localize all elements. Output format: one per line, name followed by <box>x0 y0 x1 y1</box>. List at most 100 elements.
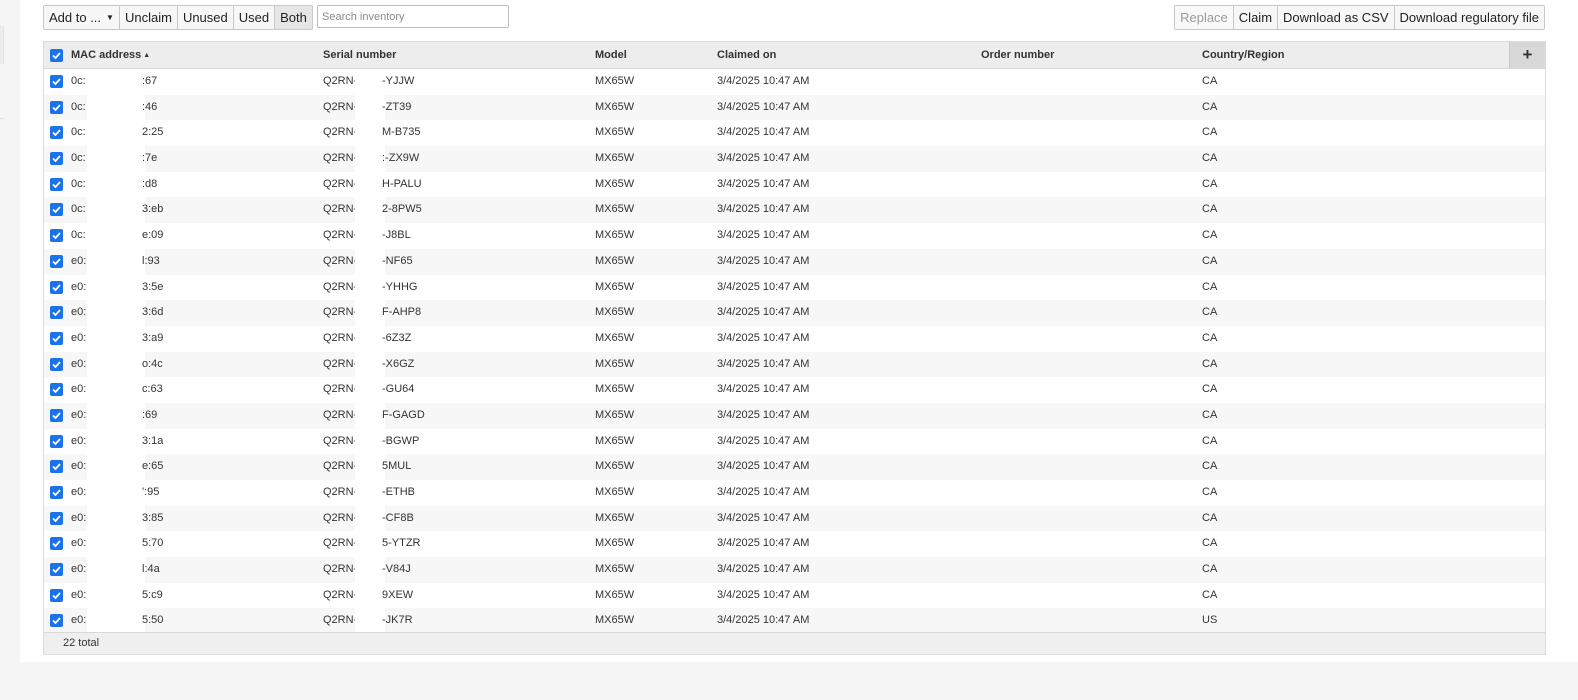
column-header-serial-number[interactable]: Serial number <box>323 42 396 69</box>
row-select-checkbox[interactable] <box>50 306 63 320</box>
serial-number-suffix-cell: -JK7R <box>382 614 413 627</box>
caret-down-icon: ▼ <box>106 13 114 22</box>
row-select-checkbox[interactable] <box>50 229 63 243</box>
filter-unclaim-button[interactable]: Unclaim <box>118 5 178 30</box>
table-row[interactable]: e0: 5:50 Q2RN- -JK7R MX65W 3/4/2025 10:47 AM U… <box>44 608 1545 635</box>
table-footer: 22 total <box>44 632 1545 654</box>
claim-button[interactable]: Claim <box>1232 5 1279 30</box>
row-select-checkbox[interactable] <box>50 383 63 397</box>
row-select-checkbox[interactable] <box>50 537 63 551</box>
table-row[interactable]: e0: ':95 Q2RN- -ETHB MX65W 3/4/2025 10:47 AM C… <box>44 480 1545 506</box>
redaction-mask <box>355 377 385 403</box>
redaction-mask <box>355 171 385 198</box>
row-select-checkbox[interactable] <box>50 152 63 166</box>
mac-address-suffix-cell: 3:eb <box>142 203 164 216</box>
row-select-checkbox[interactable] <box>50 126 63 140</box>
redaction-mask <box>87 505 145 532</box>
row-select-checkbox[interactable] <box>50 511 63 525</box>
serial-number-suffix-cell: F-AHP8 <box>382 306 422 319</box>
country-region-cell: CA <box>1202 306 1218 319</box>
search-inventory-input[interactable] <box>317 5 509 28</box>
redaction-mask <box>355 608 385 635</box>
table-row[interactable]: e0: l:4a Q2RN- -V84J MX65W 3/4/2025 10:47 AM C… <box>44 557 1545 583</box>
select-all-checkbox[interactable] <box>50 49 63 62</box>
row-select-checkbox[interactable] <box>50 434 63 448</box>
row-select-checkbox[interactable] <box>50 203 63 217</box>
mac-address-prefix-cell: 0c: <box>71 177 86 190</box>
mac-address-suffix-cell: c:63 <box>142 383 163 396</box>
table-row[interactable]: 0c::7e Q2RN-:-ZX9W MX65W 3/4/2025 10:47 AM C… <box>44 146 1545 172</box>
row-select-checkbox[interactable] <box>50 331 63 345</box>
row-select-checkbox[interactable] <box>50 588 63 602</box>
table-row[interactable]: 0c: e:09 Q2RN- -J8BL MX65W 3/4/2025 10:47 AM C… <box>44 223 1545 249</box>
table-row[interactable]: e0: 3:a9 Q2RN- -6Z3Z MX65W 3/4/2025 10:47 AM C… <box>44 325 1545 352</box>
column-header-mac-address[interactable]: MAC address ▲ <box>71 42 150 69</box>
serial-number-prefix-cell: Q2RN- <box>323 511 358 524</box>
table-row[interactable]: e0: l:93 Q2RN- -NF65 MX65W 3/4/2025 10:47 AM C… <box>44 248 1545 275</box>
replace-button[interactable]: Replace <box>1174 5 1234 30</box>
serial-number-suffix-cell: 5-YTZR <box>382 537 421 550</box>
serial-number-suffix-cell: -J8BL <box>382 229 411 242</box>
serial-number-prefix-cell: Q2RN- <box>323 75 358 87</box>
mac-address-prefix-cell: e0: <box>71 486 87 498</box>
table-row[interactable]: e0: o:4c Q2RN- -X6GZ MX65W 3/4/2025 10:47 AM C… <box>44 351 1545 378</box>
table-row[interactable]: e0: 3:85 Q2RN- -CF8B MX65W 3/4/2025 10:47 AM C… <box>44 505 1545 532</box>
column-header-claimed-on[interactable]: Claimed on <box>717 42 776 69</box>
table-row[interactable]: e0: e:65 Q2RN- 5MUL MX65W 3/4/2025 10:47 AM CA <box>44 454 1545 480</box>
column-header-country-region[interactable]: Country/Region <box>1202 42 1285 69</box>
table-row[interactable]: 0c::d8 Q2RN- H-PALU MX65W 3/4/2025 10:47 AM C… <box>44 171 1545 198</box>
mac-address-prefix-cell: e0: <box>71 537 87 550</box>
mac-address-suffix-cell: :d8 <box>142 177 158 190</box>
row-select-checkbox[interactable] <box>50 357 63 371</box>
table-row[interactable]: 0c: 3:eb Q2RN- 2-8PW5 MX65W 3/4/2025 10:47 AM… <box>44 197 1545 224</box>
download-regulatory-file-button[interactable]: Download regulatory file <box>1393 5 1545 30</box>
mac-address-suffix-cell: l:4a <box>142 563 160 576</box>
table-row[interactable]: e0: 5:c9 Q2RN- 9XEW MX65W 3/4/2025 10:47 AM CA <box>44 582 1545 609</box>
row-select-checkbox[interactable] <box>50 563 63 577</box>
claimed-on-cell: 3/4/2025 10:47 AM <box>717 177 810 190</box>
filter-unused-button[interactable]: Unused <box>176 5 234 30</box>
claimed-on-cell: 3/4/2025 10:47 AM <box>717 357 810 370</box>
column-header-model[interactable]: Model <box>595 42 627 69</box>
row-select-checkbox[interactable] <box>50 280 63 294</box>
add-column-button[interactable]: + <box>1509 42 1545 69</box>
table-row[interactable]: e0: c:63 Q2RN- -GU64 MX65W 3/4/2025 10:47 AM C… <box>44 377 1545 403</box>
table-row[interactable]: 0c::46 Q2RN- -ZT39 MX65W 3/4/2025 10:47 AM CA <box>44 94 1545 121</box>
redaction-mask <box>355 120 385 147</box>
table-row[interactable]: 0c: 2:25 Q2RN- M-B735 MX65W 3/4/2025 10:47 AM… <box>44 120 1545 147</box>
row-select-checkbox[interactable] <box>50 177 63 191</box>
table-row[interactable]: 0c::67 Q2RN- -YJJW MX65W 3/4/2025 10:47 AM CA <box>44 69 1545 95</box>
redaction-mask <box>87 94 145 121</box>
row-select-checkbox[interactable] <box>50 408 63 422</box>
serial-number-prefix-cell: Q2RN- <box>323 614 358 627</box>
row-select-checkbox[interactable] <box>50 614 63 628</box>
table-row[interactable]: e0: 3:1a Q2RN- -BGWP MX65W 3/4/2025 10:47 AM C… <box>44 428 1545 455</box>
download-csv-button[interactable]: Download as CSV <box>1277 5 1395 30</box>
serial-number-prefix-cell: Q2RN- <box>323 280 358 293</box>
mac-address-suffix-cell: 2:25 <box>142 126 164 139</box>
serial-number-prefix-cell: Q2RN- <box>323 408 358 421</box>
row-select-checkbox[interactable] <box>50 486 63 499</box>
model-cell: MX65W <box>595 511 635 524</box>
claimed-on-cell: 3/4/2025 10:47 AM <box>717 614 810 627</box>
table-row[interactable]: e0: 3:5e Q2RN- -YHHG MX65W 3/4/2025 10:47 AM C… <box>44 274 1545 301</box>
filter-used-button[interactable]: Used <box>232 5 276 30</box>
model-cell: MX65W <box>595 408 635 421</box>
checkmark-icon <box>52 52 61 60</box>
filter-both-button[interactable]: Both <box>274 5 313 30</box>
add-to-dropdown-button[interactable]: Add to ... ▼ <box>43 5 120 30</box>
column-header-order-number[interactable]: Order number <box>981 42 1054 69</box>
sidebar-collapse-tab[interactable] <box>0 26 4 64</box>
row-select-checkbox[interactable] <box>50 254 63 268</box>
model-cell: MX65W <box>595 331 635 344</box>
redaction-mask <box>355 351 385 378</box>
country-region-cell: CA <box>1202 331 1218 344</box>
table-row[interactable]: e0: 3:6d Q2RN- F-AHP8 MX65W 3/4/2025 10:47 AM… <box>44 300 1545 326</box>
row-select-checkbox[interactable] <box>50 100 63 114</box>
table-row[interactable]: e0: 5:70 Q2RN- 5-YTZR MX65W 3/4/2025 10:47 AM… <box>44 531 1545 558</box>
row-select-checkbox[interactable] <box>50 460 63 474</box>
table-row[interactable]: e0::69 Q2RN- F-GAGD MX65W 3/4/2025 10:47 AM C… <box>44 402 1545 429</box>
row-select-checkbox[interactable] <box>50 75 63 88</box>
mac-address-suffix-cell: :46 <box>142 100 158 113</box>
country-region-cell: CA <box>1202 537 1218 550</box>
